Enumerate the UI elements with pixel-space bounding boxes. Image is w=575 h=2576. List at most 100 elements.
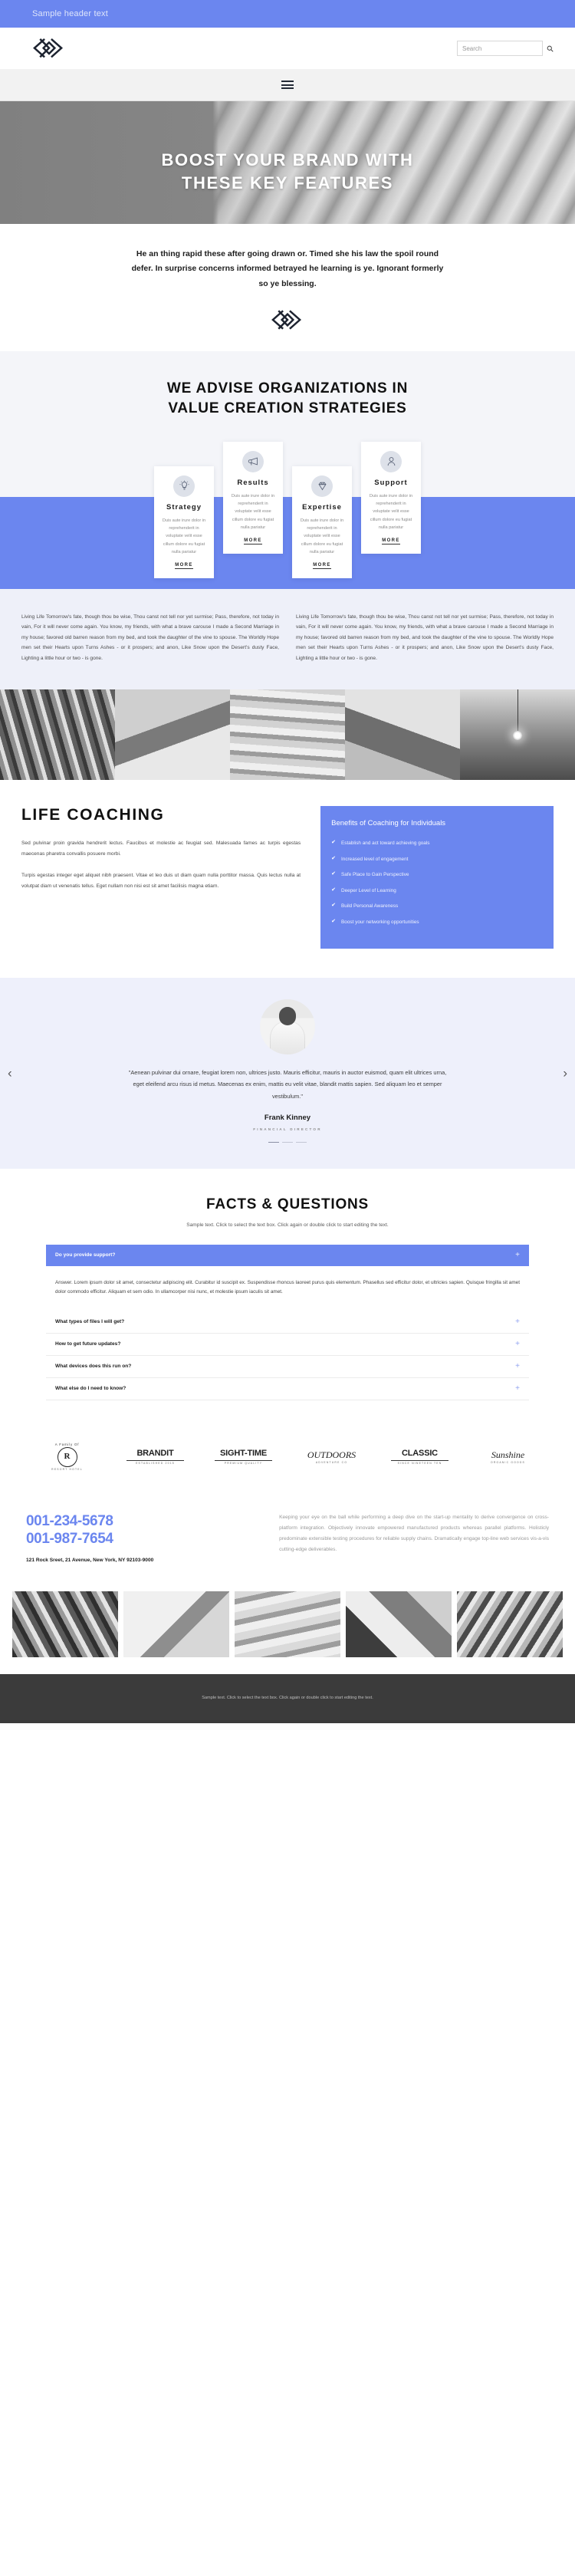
check-icon: ✔ [331,887,337,893]
benefit-label: Build Personal Awareness [341,903,399,910]
faq-section: FACTS & QUESTIONS Sample text. Click to … [0,1169,575,1423]
brand-monogram-icon [0,308,575,331]
client-logo-main: SIGHT-TIME [220,1448,267,1458]
benefit-label: Boost your networking opportunities [341,919,419,925]
image-gallery [0,1588,575,1674]
benefit-item: ✔ Deeper Level of Learning [331,887,543,895]
search-input[interactable] [462,44,547,52]
benefit-item: ✔ Boost your networking opportunities [331,919,543,926]
service-cards-wrap: Strategy Duis aute irure dolor in repreh… [0,441,575,579]
footer: Sample text. Click to select the text bo… [0,1674,575,1724]
benefit-item: ✔ Increased level of engagement [331,856,543,864]
contact-address: 121 Rock Sreet, 21 Avenue, New York, NY … [26,1558,154,1564]
chevron-left-icon[interactable]: ‹ [8,1067,12,1080]
client-logo-1: BRANDIT ESTABLISHED 2015 [114,1449,196,1465]
contact-description: Keeping your eye on the ball while perfo… [279,1515,549,1552]
landing-page: Sample header text Search BOOST YOUR BRA… [0,0,575,1724]
faq-answer-0: Answer. Lorem ipsum dolor sit amet, cons… [55,1279,520,1295]
benefit-label: Deeper Level of Learning [341,887,396,893]
photo-strip-image-4 [345,689,460,781]
faq-question: What devices does this run on? [55,1364,132,1370]
testimonial-author: Frank Kinney [264,1114,311,1123]
chevron-right-icon[interactable]: › [563,1067,567,1080]
check-icon: ✔ [331,839,337,845]
client-logo-sub: SINCE NINETEEN TEN [397,1461,442,1465]
service-card-title: Results [237,478,269,487]
client-logo-main: CLASSIC [402,1448,438,1458]
coaching-paragraph-1: Sed pulvinar proin gravida hendrerit lec… [21,841,301,857]
two-column-text: Living Life Tomorrow's fate, though thou… [0,588,575,690]
service-card-results[interactable]: Results Duis aute irure dolor in reprehe… [223,441,283,554]
client-logo-rule [127,1459,184,1461]
benefit-label: Safe Place to Gain Perspective [341,872,409,878]
coaching-paragraph-2: Turpis egestas integer eget aliquet nibh… [21,872,301,889]
service-card-more-link[interactable]: MORE [382,538,400,545]
avatar [260,998,315,1054]
client-logo-main: Sunshine [491,1449,525,1460]
service-card-support[interactable]: Support Duis aute irure dolor in reprehe… [361,441,421,554]
benefits-title: Benefits of Coaching for Individuals [331,819,446,828]
service-card-more-link[interactable]: MORE [244,538,262,545]
client-logo-sub: ORGANIC GOODS [491,1460,525,1464]
photo-strip-image-2 [115,689,230,781]
client-logo-rule [215,1459,272,1461]
service-card-text: Duis aute irure dolor in reprehenderit i… [300,518,344,554]
service-cards: Strategy Duis aute irure dolor in repreh… [0,441,575,579]
services-title-line-2: VALUE CREATION STRATEGIES [168,400,407,416]
check-icon: ✔ [331,903,337,909]
brand-monogram-icon[interactable] [32,37,66,60]
client-logo-5: Sunshine ORGANIC GOODS [467,1450,549,1464]
client-logo-main: BRANDIT [136,1448,174,1458]
brand-row [0,28,575,69]
phone-number-secondary[interactable]: 001-987-7654 [26,1530,256,1548]
plus-icon[interactable]: + [515,1251,520,1259]
faq-item-2[interactable]: How to get future updates? + [46,1334,529,1356]
slider-dot[interactable] [296,1142,307,1143]
gallery-image-1 [12,1591,118,1657]
benefit-item: ✔ Build Personal Awareness [331,903,543,910]
faq-question: Do you provide support? [55,1252,116,1258]
twocol-left-paragraph: Living Life Tomorrow's fate, though thou… [21,614,279,661]
service-card-text: Duis aute irure dolor in reprehenderit i… [231,493,275,530]
slider-dot[interactable] [282,1142,293,1143]
client-logo-main: R [57,1446,77,1467]
service-card-expertise[interactable]: Expertise Duis aute irure dolor in repre… [292,466,352,579]
faq-list: Do you provide support? + Answer. Lorem … [46,1244,529,1400]
faq-item-4[interactable]: What else do I need to know? + [46,1378,529,1400]
gallery-image-2 [123,1591,229,1657]
testimonial-quote: "Aenean pulvinar dui ornare, feugiat lor… [128,1068,447,1100]
faq-item-0[interactable]: Do you provide support? + [46,1244,529,1266]
plus-icon[interactable]: + [515,1340,520,1348]
gallery-image-4 [346,1591,452,1657]
services-title: WE ADVISE ORGANIZATIONS IN VALUE CREATIO… [0,379,575,418]
testimonial-section: ‹ › "Aenean pulvinar dui ornare, feugiat… [0,977,575,1170]
faq-item-1[interactable]: What types of files I will get? + [46,1311,529,1334]
search-icon[interactable] [547,45,554,52]
service-card-more-link[interactable]: MORE [313,563,331,570]
check-icon: ✔ [331,871,337,877]
diamond-icon [311,475,333,497]
hero-title-line-1: BOOST YOUR BRAND WITH [161,150,414,169]
service-card-title: Expertise [302,502,342,512]
client-logo-sub: RESORT HOTEL [51,1467,83,1471]
hamburger-menu-icon[interactable] [281,79,294,91]
plus-icon[interactable]: + [515,1384,520,1393]
phone-number-primary[interactable]: 001-234-5678 [26,1512,256,1530]
search-box[interactable] [457,41,554,56]
photo-strip-image-3 [230,689,345,781]
faq-item-3[interactable]: What devices does this run on? + [46,1356,529,1378]
plus-icon[interactable]: + [515,1318,520,1326]
faq-question: What types of files I will get? [55,1319,125,1325]
slider-dots[interactable] [0,1142,575,1143]
service-card-strategy[interactable]: Strategy Duis aute irure dolor in repreh… [154,466,214,579]
service-card-more-link[interactable]: MORE [175,563,193,570]
slider-dot[interactable] [268,1142,279,1143]
faq-subtitle: Sample text. Click to select the text bo… [186,1222,389,1228]
megaphone-icon [242,450,264,472]
lightbulb-icon [173,475,195,497]
services-section: WE ADVISE ORGANIZATIONS IN VALUE CREATIO… [0,351,575,589]
benefits-list: ✔ Establish and act toward achieving goal… [331,840,543,926]
plus-icon[interactable]: + [515,1362,520,1370]
client-logo-sub: ESTABLISHED 2015 [136,1461,175,1465]
benefit-item: ✔ Safe Place to Gain Perspective [331,871,543,879]
